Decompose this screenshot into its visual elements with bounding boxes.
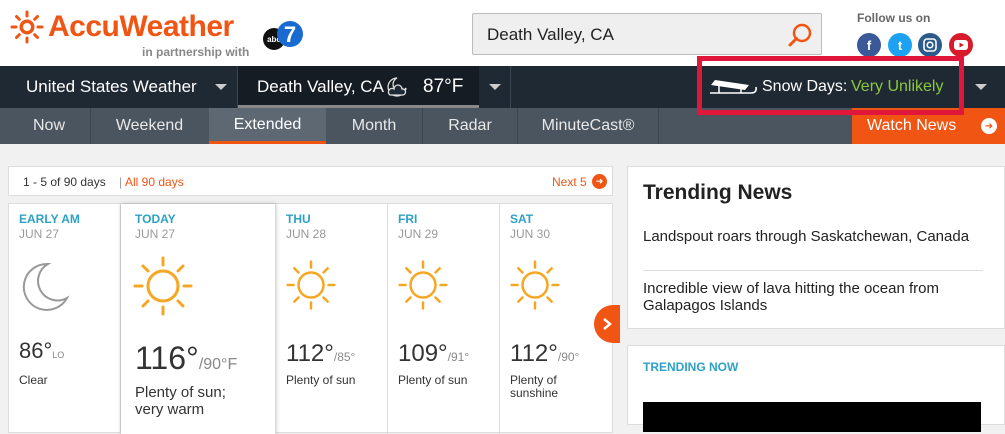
partner-text: in partnership with: [142, 45, 250, 59]
forecast-desc: Plenty of sunshine: [510, 373, 559, 400]
brand-name: AccuWeather: [48, 10, 234, 43]
svg-text:7: 7: [284, 22, 296, 47]
moon-icon: [22, 262, 70, 311]
divider: [510, 66, 511, 108]
arrow-right-icon[interactable]: ➜: [592, 174, 607, 189]
forecast-card[interactable]: THU JUN 28 112°/85° Plenty of sun: [276, 204, 388, 434]
forecast-day: EARLY AM: [19, 212, 80, 226]
chevron-down-icon[interactable]: [480, 66, 510, 108]
all-days-link[interactable]: All 90 days: [125, 175, 184, 189]
trending-now-label: TRENDING NOW: [643, 360, 739, 374]
forecast-lo: /90°F: [198, 356, 238, 373]
forecast-date: JUN 27: [19, 227, 60, 241]
forecast-lo: /90°: [557, 350, 580, 364]
current-temp: 87°F: [423, 76, 464, 97]
tab-radar[interactable]: Radar: [423, 108, 517, 144]
forecast-pager: 1 - 5 of 90 days | All 90 days Next 5 ➜: [8, 166, 613, 196]
sun-icon: [510, 260, 560, 310]
chevron-down-icon[interactable]: [206, 66, 236, 108]
sun-icon: [398, 260, 448, 310]
trending-news-panel: Trending News Landspout roars through Sa…: [627, 166, 1005, 329]
abc7-logo[interactable]: abc 7: [262, 20, 304, 52]
forecast-hi: 112°: [286, 340, 334, 367]
accuweather-logo[interactable]: AccuWeather: [10, 10, 234, 44]
arrow-right-icon: ➜: [981, 118, 997, 134]
forecast-temp: 116°/90°F: [135, 340, 237, 377]
forecast-desc: Plenty of sun; very warm: [135, 384, 226, 418]
forecast-desc: Plenty of sun: [286, 373, 356, 387]
forecast-hi: 86°: [19, 338, 53, 363]
watch-news-label: Watch News: [867, 117, 957, 134]
forecast-day: SAT: [510, 212, 534, 226]
forecast-card[interactable]: FRI JUN 29 109°/91° Plenty of sun: [388, 204, 500, 434]
forecast-temp: 109°/91°: [398, 340, 469, 368]
sun-icon: [286, 260, 336, 310]
sun-logo-icon: [10, 10, 44, 44]
follow-label: Follow us on: [857, 11, 931, 25]
forecast-date: JUN 28: [286, 227, 327, 241]
news-item[interactable]: Incredible view of lava hitting the ocea…: [643, 280, 983, 314]
forecast-hi: 109°: [398, 340, 448, 367]
tab-minutecast[interactable]: MinuteCast®: [518, 108, 658, 144]
forecast-date: JUN 30: [510, 227, 551, 241]
forecast-temp: 86°LO: [19, 338, 64, 364]
forecast-date: JUN 27: [135, 227, 176, 241]
news-item[interactable]: Landspout roars through Saskatchewan, Ca…: [643, 228, 983, 245]
forecast-day: FRI: [398, 212, 418, 226]
forecast-hi: 112°: [510, 340, 558, 367]
instagram-icon[interactable]: [918, 33, 942, 57]
tab-month[interactable]: Month: [326, 108, 422, 144]
forecast-lo: /91°: [447, 350, 470, 364]
pager-range: 1 - 5 of 90 days: [23, 175, 106, 189]
facebook-icon[interactable]: f: [857, 33, 881, 57]
chevron-right-icon: [603, 318, 612, 330]
region-selector[interactable]: United States Weather: [26, 66, 197, 108]
chevron-down-icon[interactable]: [966, 66, 996, 108]
forecast-card-today[interactable]: TODAY JUN 27 116°/90°F Plenty of sun; ve…: [121, 204, 276, 434]
tab-extended[interactable]: Extended: [209, 108, 326, 144]
forecast-hi: 116°: [135, 340, 199, 376]
tab-now[interactable]: Now: [8, 108, 90, 144]
search-icon[interactable]: [787, 22, 813, 48]
tab-weekend[interactable]: Weekend: [91, 108, 208, 144]
forecast-temp: 112°/85°: [286, 340, 355, 368]
forecast-card[interactable]: EARLY AM JUN 27 86°LO Clear: [9, 204, 121, 434]
forecast-day: THU: [286, 212, 311, 226]
trending-news-title: Trending News: [643, 181, 793, 204]
tab-divider: [658, 108, 659, 144]
moon-cloud-icon: [387, 77, 407, 97]
search-value: Death Valley, CA: [487, 25, 614, 44]
sun-icon: [133, 256, 193, 316]
trending-now-panel: TRENDING NOW: [627, 345, 1005, 432]
forecast-lo: /85°: [333, 350, 356, 364]
forecast-date: JUN 29: [398, 227, 439, 241]
forecast-desc: Plenty of sun: [398, 373, 468, 387]
forecast-day: TODAY: [135, 212, 176, 226]
forecast-temp: 112°/90°: [510, 340, 579, 368]
forecast-desc: Clear: [19, 373, 48, 387]
current-location-name: Death Valley, CA: [257, 77, 384, 96]
pager-separator: |: [119, 175, 123, 189]
divider: [643, 270, 983, 271]
twitter-icon[interactable]: t: [888, 33, 912, 57]
forecast-cards: EARLY AM JUN 27 86°LO Clear TODAY JUN 27…: [8, 203, 613, 434]
location-search-input[interactable]: Death Valley, CA: [472, 13, 822, 55]
next-5-link[interactable]: Next 5: [552, 175, 587, 189]
youtube-icon[interactable]: [949, 33, 973, 57]
video-player[interactable]: [643, 402, 981, 432]
forecast-lo: LO: [52, 350, 65, 360]
snow-days-highlight: [697, 56, 964, 115]
